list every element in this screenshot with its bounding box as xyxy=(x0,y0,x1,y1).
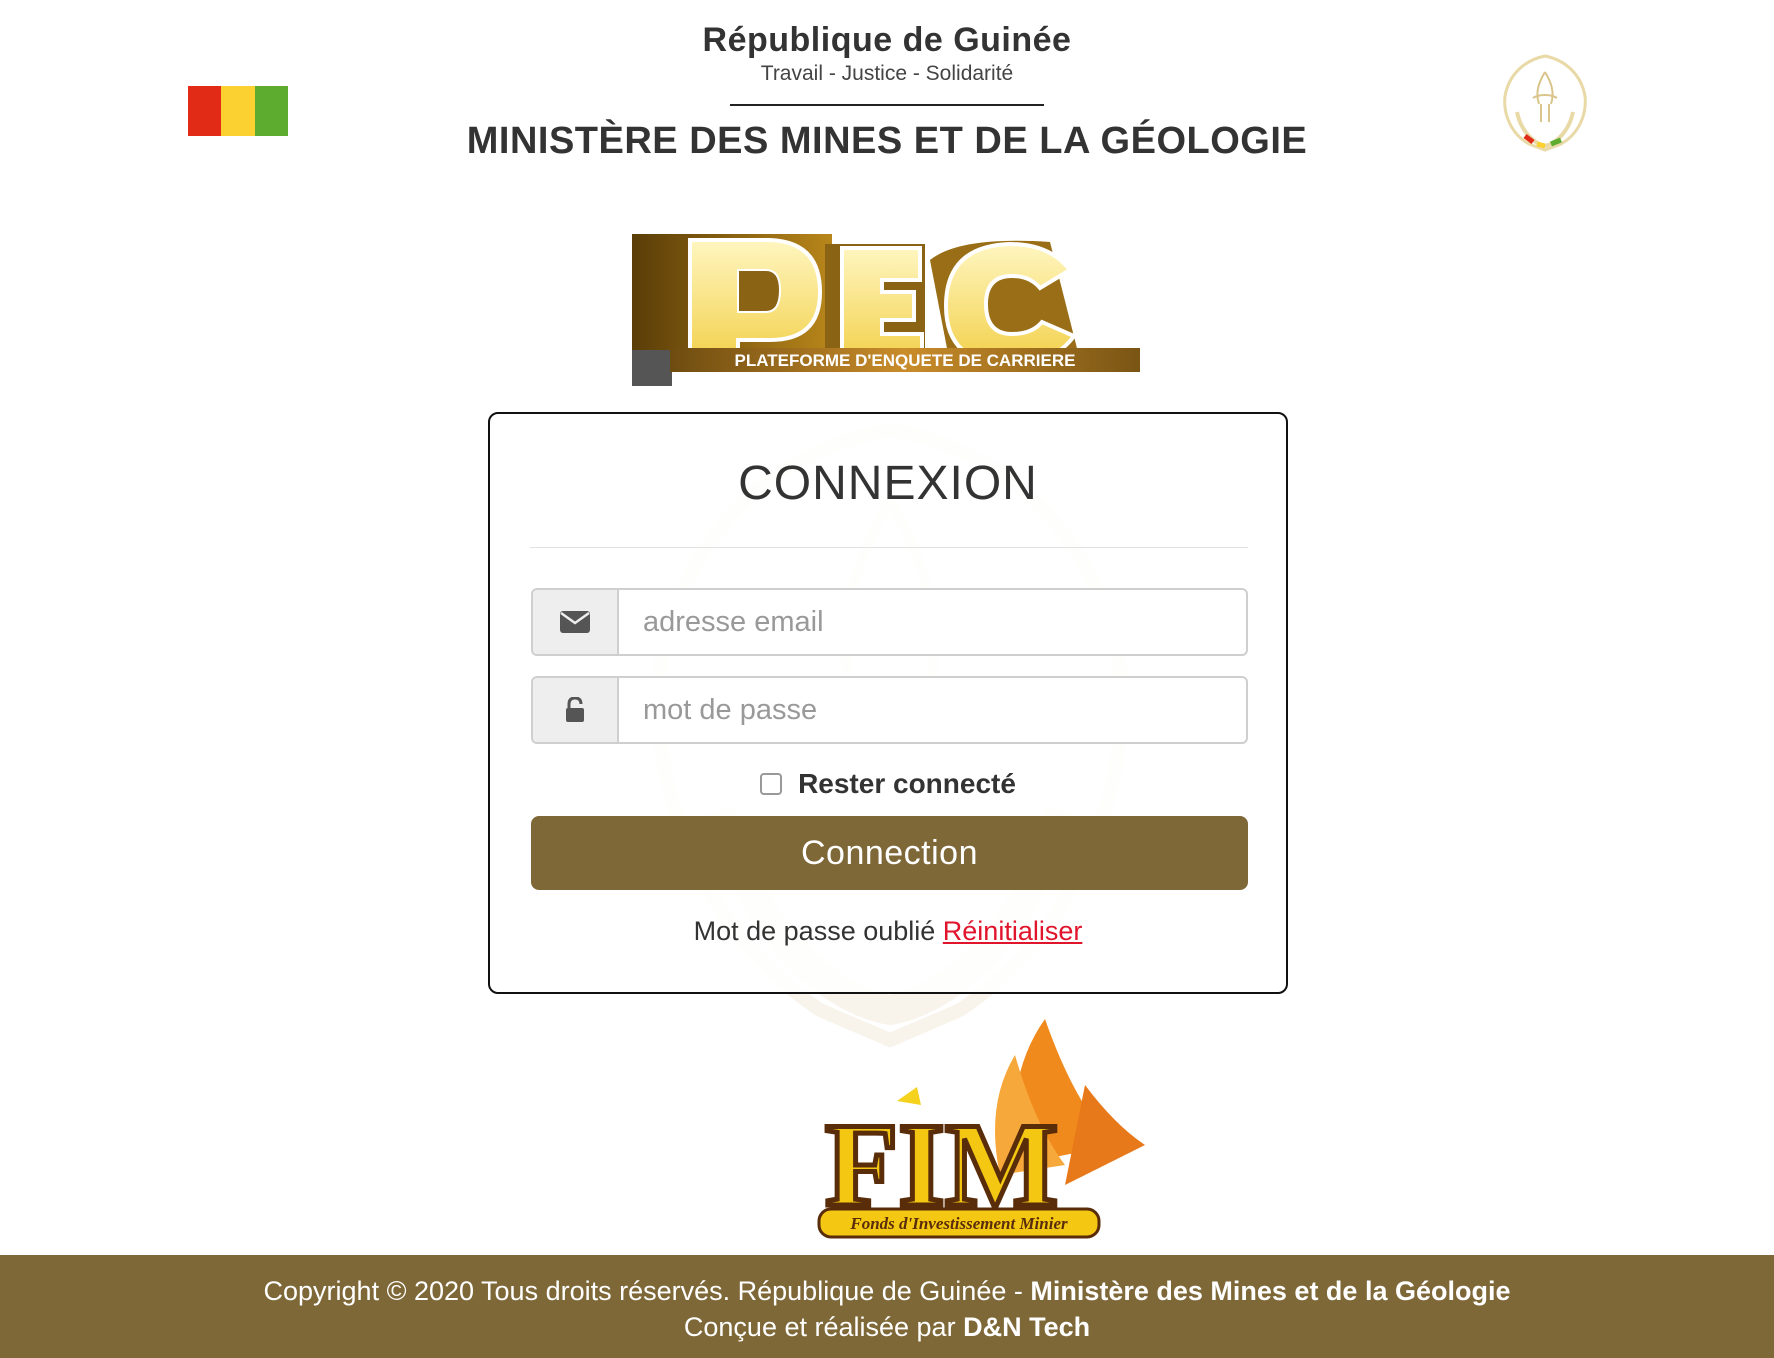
header-divider xyxy=(730,104,1044,106)
forgot-password-text: Mot de passe oublié xyxy=(693,916,936,946)
pec-tagline: PLATEFORME D'ENQUETE DE CARRIERE xyxy=(735,351,1076,370)
reset-password-link[interactable]: Réinitialiser xyxy=(943,916,1083,946)
page-footer: Copyright © 2020 Tous droits réservés. R… xyxy=(0,1255,1774,1358)
connection-button[interactable]: Connection xyxy=(531,816,1248,890)
footer-credit-line: Conçue et réalisée par D&N Tech xyxy=(0,1309,1774,1345)
fim-tagline: Fonds d'Investissement Minier xyxy=(849,1214,1068,1233)
envelope-icon xyxy=(560,611,590,633)
remember-me-row[interactable]: Rester connecté xyxy=(490,768,1286,800)
pec-logo: PLATEFORME D'ENQUETE DE CARRIERE xyxy=(632,234,1140,386)
login-page: République de Guinée Travail - Justice -… xyxy=(0,0,1774,1358)
email-input[interactable] xyxy=(619,590,1246,654)
fim-logo: FIM Fonds d'Investissement Minier xyxy=(817,1019,1145,1239)
remember-me-checkbox[interactable] xyxy=(760,773,783,795)
password-addon xyxy=(533,678,619,742)
forgot-password-row: Mot de passe oublié Réinitialiser xyxy=(490,916,1286,947)
footer-developer-name: D&N Tech xyxy=(963,1312,1091,1342)
remember-me-label[interactable]: Rester connecté xyxy=(798,768,1016,800)
password-field-group xyxy=(531,676,1248,744)
login-card: CONNEXION Rester connecté xyxy=(488,412,1288,994)
email-field-group xyxy=(531,588,1248,656)
coat-of-arms-icon xyxy=(1503,54,1587,152)
email-addon xyxy=(533,590,619,654)
footer-copyright-text: Copyright © 2020 Tous droits réservés. R… xyxy=(263,1276,1031,1306)
footer-copyright-line: Copyright © 2020 Tous droits réservés. R… xyxy=(0,1273,1774,1309)
password-input[interactable] xyxy=(619,678,1246,742)
footer-ministry-name: Ministère des Mines et de la Géologie xyxy=(1030,1276,1511,1306)
unlock-icon xyxy=(566,697,584,722)
footer-credit-text: Conçue et réalisée par xyxy=(683,1312,964,1342)
login-title: CONNEXION xyxy=(738,457,1038,510)
card-divider xyxy=(530,547,1248,548)
